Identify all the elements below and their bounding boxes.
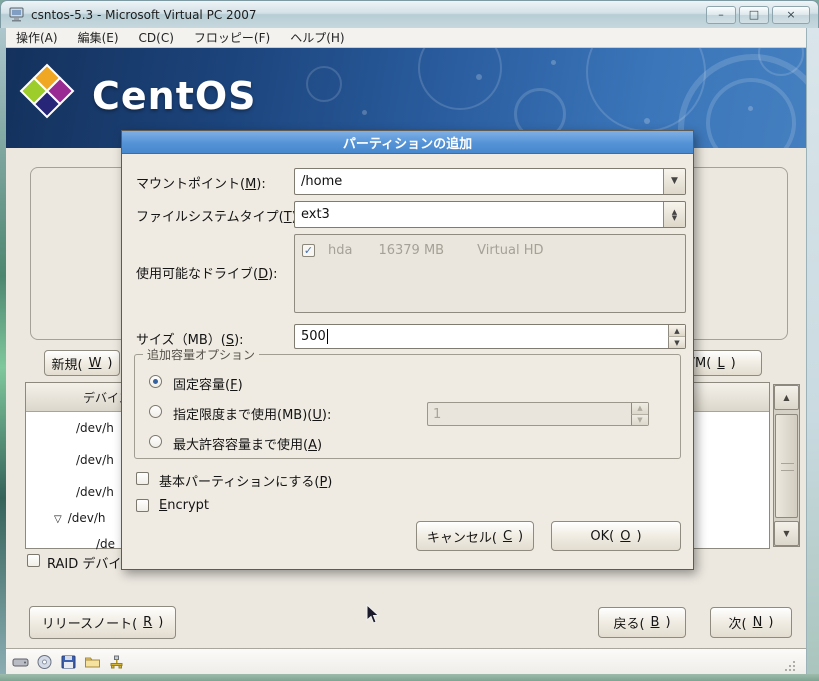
new-partition-button[interactable]: 新規(W) (44, 350, 120, 376)
folder-icon[interactable] (84, 654, 101, 670)
back-button[interactable]: 戻る(B) (598, 607, 686, 638)
cd-rom-icon[interactable] (36, 654, 53, 670)
encrypt-checkbox[interactable] (136, 499, 149, 512)
resize-grip[interactable] (784, 657, 796, 669)
window-border-bottom (0, 674, 819, 681)
raid-checkbox-label: RAID デバイ (47, 553, 121, 572)
fill-max-label: 最大許容容量まで使用(A) (173, 434, 322, 453)
fs-type-combo[interactable]: ext3 ▲▼ (294, 201, 686, 228)
expand-triangle-icon[interactable]: ▽ (54, 514, 62, 525)
vm-statusbar (6, 648, 806, 674)
fill-to-spinbox: 1 ▲▼ (427, 402, 649, 426)
drive-checkbox-checked[interactable]: ✓ (302, 244, 315, 257)
centos-wordmark: CentOS (92, 74, 257, 118)
allowable-drives-list[interactable]: ✓ hda 16379 MB Virtual HD (294, 234, 686, 313)
menu-edit[interactable]: 編集(E) (68, 27, 129, 48)
dropdown-arrow-icon[interactable]: ▼ (663, 169, 685, 194)
fill-max-radio[interactable] (149, 435, 162, 448)
size-options-legend: 追加容量オプション (143, 346, 259, 363)
app-icon (9, 7, 25, 22)
fill-to-label: 指定限度まで使用(MB)(U): (173, 404, 331, 423)
drive-model: Virtual HD (477, 243, 543, 258)
menu-help[interactable]: ヘルプ(H) (280, 27, 354, 48)
release-notes-button[interactable]: リリースノート(R) (29, 606, 176, 639)
centos-logo (18, 62, 76, 124)
mouse-cursor (366, 604, 381, 629)
size-options-group: 追加容量オプション 固定容量(F) 指定限度まで使用(MB)(U): 1 ▲▼ … (134, 354, 681, 459)
mount-point-combo[interactable]: /home ▼ (294, 168, 686, 195)
scroll-up-button[interactable]: ▲ (774, 385, 799, 410)
primary-partition-label: 基本パーティションにする(P) (159, 471, 332, 490)
ok-button[interactable]: OK(O) (551, 521, 681, 551)
scrollbar-thumb[interactable] (775, 414, 798, 518)
drive-name: hda (328, 243, 352, 258)
allowable-drives-label: 使用可能なドライブ(D): (136, 263, 278, 282)
device-row-expanded[interactable]: ▽/dev/h (54, 511, 106, 525)
device-table-scrollbar[interactable]: ▲ ▼ (773, 384, 800, 547)
fixed-size-label: 固定容量(F) (173, 374, 243, 393)
raid-checkbox[interactable] (27, 554, 40, 567)
encrypt-label: Encrypt (159, 498, 209, 513)
drive-size: 16379 MB (378, 243, 444, 258)
combo-arrows-icon[interactable]: ▲▼ (663, 202, 685, 227)
next-button[interactable]: 次(N) (710, 607, 792, 638)
menubar: 操作(A) 編集(E) CD(C) フロッピー(F) ヘルプ(H) (6, 28, 806, 48)
device-row[interactable]: /dev/h (76, 485, 114, 499)
fill-to-radio[interactable] (149, 405, 162, 418)
scroll-down-button[interactable]: ▼ (774, 521, 799, 546)
primary-partition-checkbox[interactable] (136, 472, 149, 485)
window-border-right (806, 28, 819, 681)
device-row-child[interactable]: /de (96, 537, 115, 551)
close-button[interactable]: × (772, 6, 810, 24)
window-titlebar[interactable]: csntos-5.3 - Microsoft Virtual PC 2007 –… (0, 0, 819, 28)
size-spin-arrows[interactable]: ▲▼ (668, 325, 685, 348)
hard-drive-icon[interactable] (12, 654, 29, 670)
size-spinbox[interactable]: 500 ▲▼ (294, 324, 686, 349)
dialog-titlebar[interactable]: パーティションの追加 (122, 131, 693, 154)
minimize-button[interactable]: – (706, 6, 736, 24)
device-row[interactable]: /dev/h (76, 453, 114, 467)
add-partition-dialog: パーティションの追加 マウントポイント(M): /home ▼ ファイルシステム… (121, 130, 694, 570)
menu-cd[interactable]: CD(C) (129, 29, 184, 47)
menu-floppy[interactable]: フロッピー(F) (184, 27, 280, 48)
text-caret (327, 329, 328, 344)
vm-screen: CentOS 新規(W) LVM(L) デバイス /dev/h /dev/h /… (6, 48, 806, 648)
floppy-icon[interactable] (60, 654, 77, 670)
mount-point-label: マウントポイント(M): (136, 173, 266, 192)
drive-row[interactable]: ✓ hda 16379 MB Virtual HD (295, 243, 685, 258)
menu-operation[interactable]: 操作(A) (6, 27, 68, 48)
fs-type-label: ファイルシステムタイプ(T): (136, 206, 301, 225)
network-icon[interactable] (108, 654, 125, 670)
window-title: csntos-5.3 - Microsoft Virtual PC 2007 (31, 8, 700, 22)
cancel-button[interactable]: キャンセル(C) (416, 521, 534, 551)
device-row[interactable]: /dev/h (76, 421, 114, 435)
fixed-size-radio[interactable] (149, 375, 162, 388)
maximize-button[interactable]: □ (739, 6, 769, 24)
